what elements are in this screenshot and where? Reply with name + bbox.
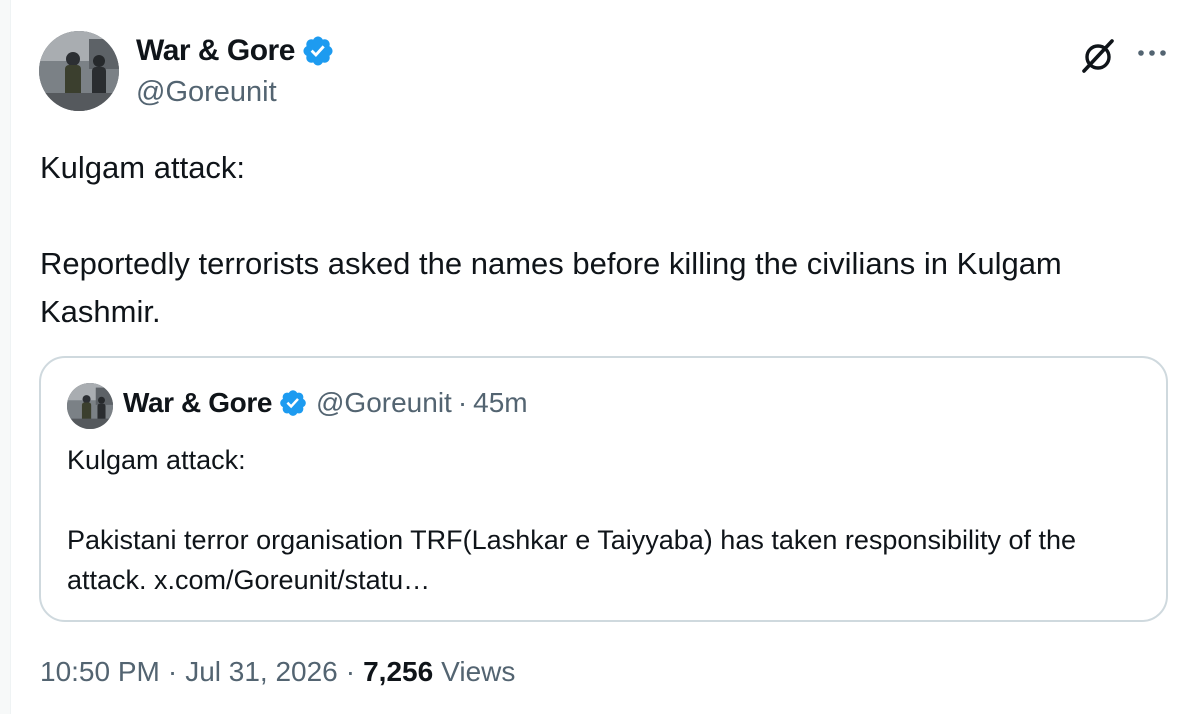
views-count: 7,256 [363, 656, 434, 687]
avatar-image [67, 383, 113, 429]
more-options-icon[interactable] [1136, 44, 1168, 62]
tweet-meta: 10:50 PM · Jul 31, 2026 · 7,256 Views [40, 656, 515, 688]
quoted-author-name: War & Gore [123, 387, 272, 418]
separator-dot: · [345, 656, 356, 687]
left-gutter [0, 0, 11, 714]
author-name-row[interactable]: War & Gore [136, 34, 335, 68]
grok-icon[interactable] [1078, 36, 1118, 76]
quoted-author-handle: @Goreunit [316, 387, 452, 418]
separator-dot: · [457, 387, 468, 418]
verified-badge-icon [280, 390, 306, 416]
verified-badge-icon [303, 36, 333, 66]
author-avatar[interactable] [39, 31, 119, 111]
tweet-text: Kulgam attack: Reportedly terrorists ask… [40, 144, 1150, 336]
quoted-text-line: Pakistani terror organisation TRF(Lashka… [67, 525, 1077, 595]
quoted-tweet-text: Kulgam attack: Pakistani terror organisa… [67, 440, 1147, 600]
tweet-text-line: Reportedly terrorists asked the names be… [40, 246, 1062, 329]
separator-dot: · [167, 656, 178, 687]
quoted-tweet-time: 45m [473, 387, 528, 418]
tweet-date[interactable]: Jul 31, 2026 [185, 656, 338, 688]
tweet-time[interactable]: 10:50 PM [40, 656, 160, 688]
tweet-text-line: Kulgam attack: [40, 150, 246, 185]
quoted-tweet-header: War & Gore @Goreunit · 45m [123, 387, 528, 419]
views-label: Views [441, 656, 516, 687]
quoted-text-line: Kulgam attack: [67, 445, 246, 475]
avatar-image [39, 31, 119, 111]
quoted-author-avatar [67, 383, 113, 429]
quoted-tweet-card[interactable]: War & Gore @Goreunit · 45m Kulgam attack… [39, 356, 1168, 622]
author-name[interactable]: War & Gore [136, 34, 295, 68]
author-handle[interactable]: @Goreunit [136, 76, 277, 109]
